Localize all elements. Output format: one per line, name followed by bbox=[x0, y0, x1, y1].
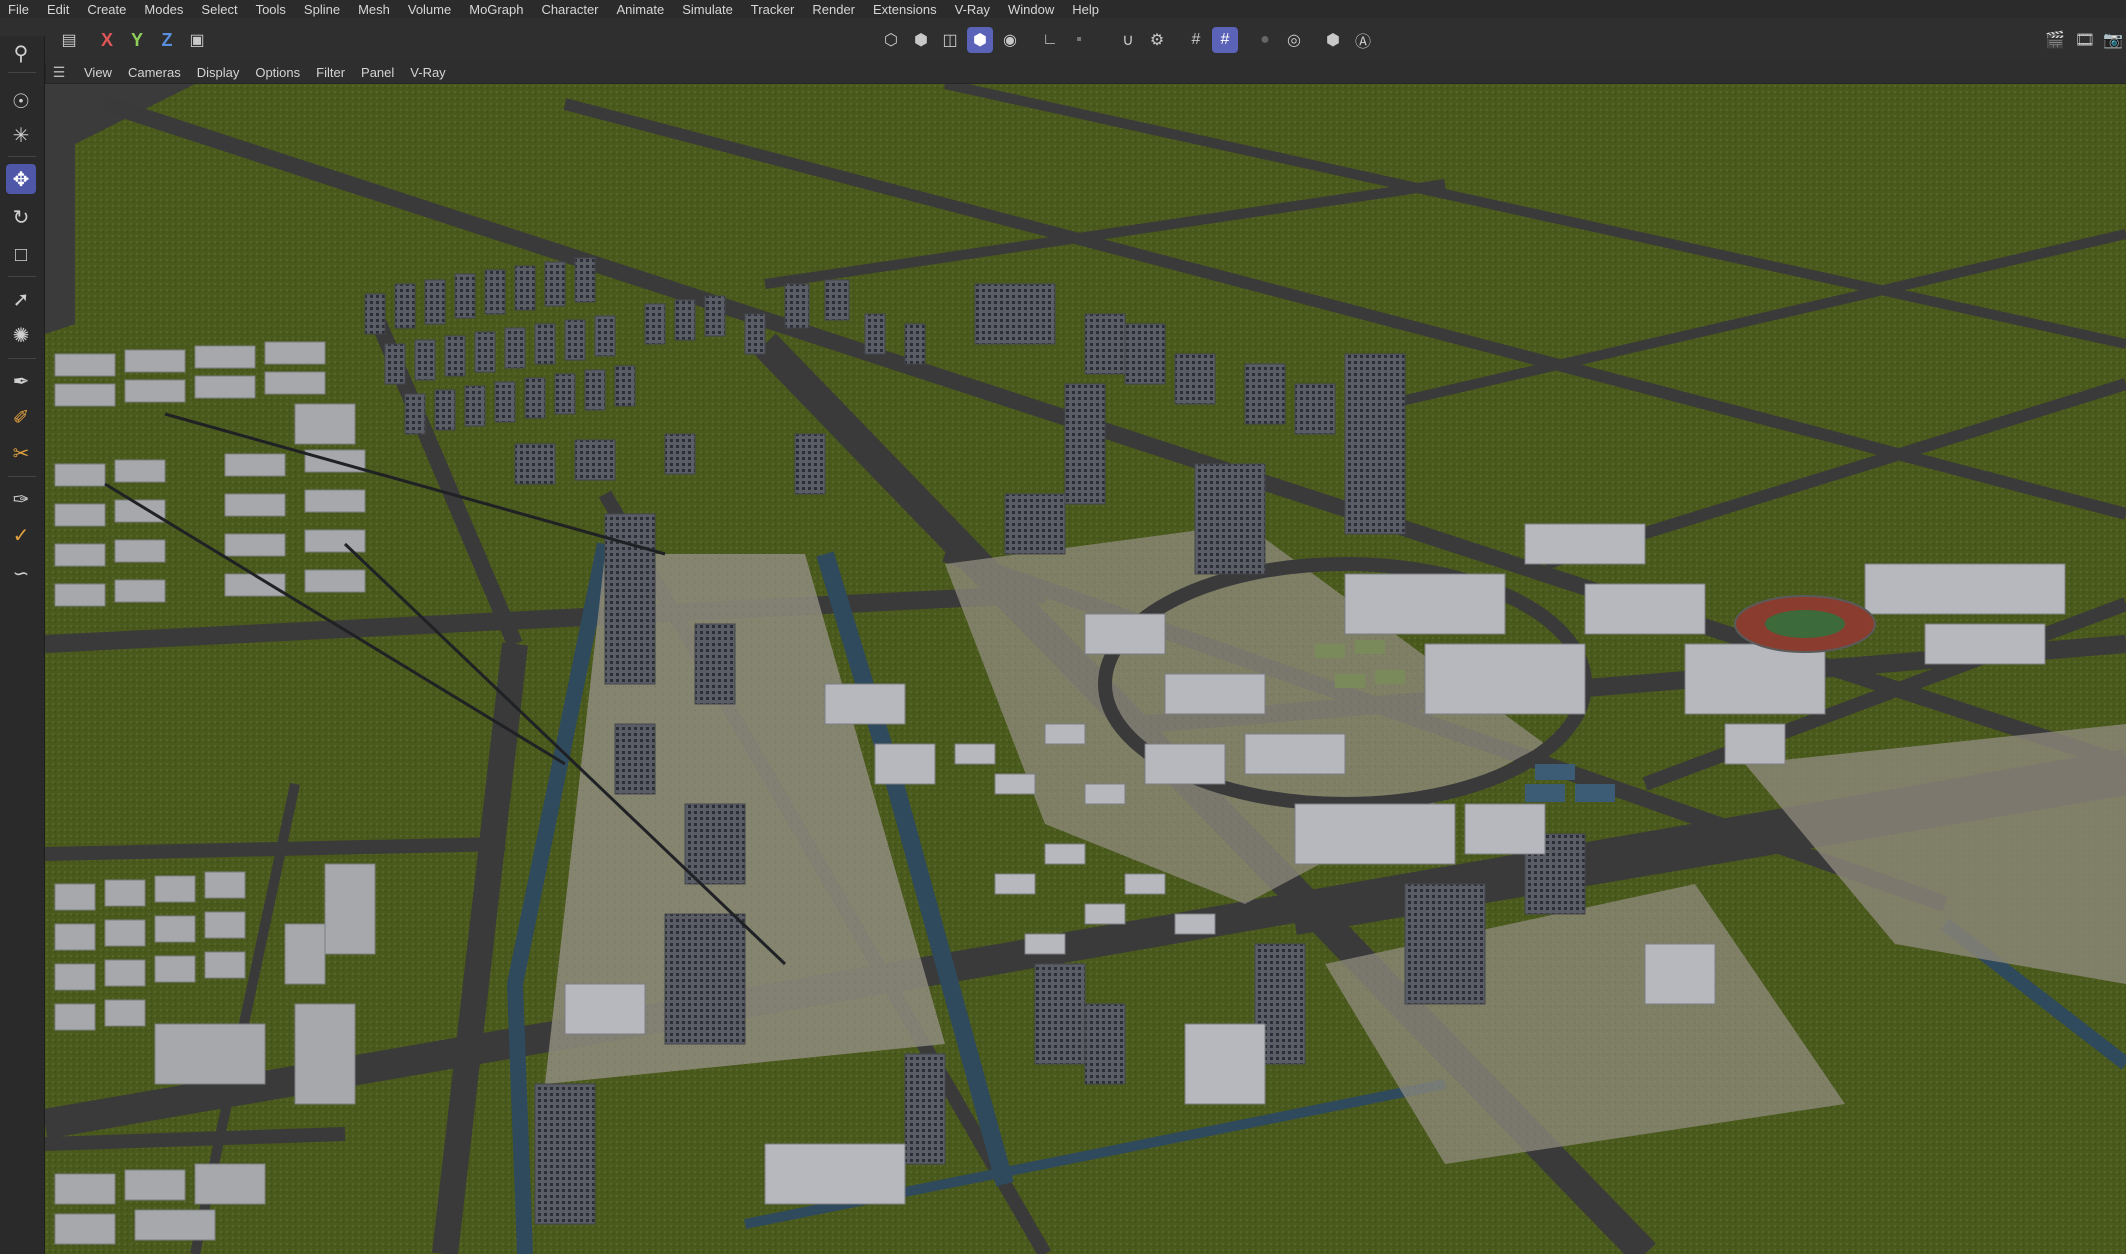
snap-settings-icon[interactable]: ⚙ bbox=[1144, 27, 1170, 53]
vp-menu-filter[interactable]: Filter bbox=[310, 65, 355, 80]
menu-file[interactable]: File bbox=[0, 2, 39, 17]
axis-z-toggle[interactable]: Z bbox=[154, 27, 180, 53]
brush-icon[interactable]: ✑ bbox=[6, 484, 36, 514]
move-axis-icon[interactable]: ➚ bbox=[6, 284, 36, 314]
axis-mode-icon[interactable]: ∟ bbox=[1037, 27, 1063, 53]
menu-vray[interactable]: V-Ray bbox=[947, 2, 1000, 17]
vp-menu-panel[interactable]: Panel bbox=[355, 65, 404, 80]
vp-menu-vray[interactable]: V-Ray bbox=[404, 65, 455, 80]
menu-mesh[interactable]: Mesh bbox=[350, 2, 400, 17]
render-picture-viewer-icon[interactable]: 🎞 bbox=[2072, 27, 2098, 53]
menu-select[interactable]: Select bbox=[193, 2, 247, 17]
vp-menu-view[interactable]: View bbox=[78, 65, 122, 80]
spline-pen-icon[interactable]: ✒ bbox=[6, 366, 36, 396]
menu-help[interactable]: Help bbox=[1064, 2, 1109, 17]
model-mode-icon[interactable]: ⬢ bbox=[967, 27, 993, 53]
workplane-grid-icon[interactable]: # bbox=[1212, 27, 1238, 53]
search-icon[interactable]: ⚲ bbox=[6, 38, 36, 68]
menu-create[interactable]: Create bbox=[79, 2, 136, 17]
menu-edit[interactable]: Edit bbox=[39, 2, 79, 17]
menu-modes[interactable]: Modes bbox=[136, 2, 193, 17]
rotate-icon[interactable]: ↻ bbox=[6, 202, 36, 232]
render-settings-icon[interactable]: 📷 bbox=[2100, 27, 2126, 53]
move-icon[interactable]: ✥ bbox=[6, 164, 36, 194]
grid-icon[interactable]: # bbox=[1183, 27, 1209, 53]
menu-volume[interactable]: Volume bbox=[400, 2, 461, 17]
paint-icon[interactable]: ✓ bbox=[6, 520, 36, 550]
placement-icon[interactable]: ✺ bbox=[6, 320, 36, 350]
menu-spline[interactable]: Spline bbox=[296, 2, 350, 17]
3d-viewport[interactable] bbox=[45, 84, 2126, 1254]
lock-icon[interactable]: ⬢ bbox=[1320, 27, 1346, 53]
coordinate-system-icon[interactable]: ▣ bbox=[184, 27, 210, 53]
main-menu-bar: File Edit Create Modes Select Tools Spli… bbox=[0, 0, 2126, 18]
spline-sketch-icon[interactable]: ✐ bbox=[6, 402, 36, 432]
render-view-icon[interactable]: 🎬 bbox=[2042, 27, 2068, 53]
smooth-icon[interactable]: ∽ bbox=[6, 558, 36, 588]
knife-icon[interactable]: ✂ bbox=[6, 438, 36, 468]
edges-mode-icon[interactable]: ⬢ bbox=[908, 27, 934, 53]
vp-menu-cameras[interactable]: Cameras bbox=[122, 65, 191, 80]
menu-render[interactable]: Render bbox=[804, 2, 865, 17]
menu-mograph[interactable]: MoGraph bbox=[461, 2, 533, 17]
auto-key-icon[interactable]: Ⓐ bbox=[1350, 27, 1376, 53]
left-tool-palette: ⚲ ☉ ✳ ✥ ↻ □ ➚ ✺ ✒ ✐ ✂ ✑ ✓ ∽ bbox=[0, 36, 45, 1254]
viewport-solo-icon[interactable]: ◎ bbox=[1281, 27, 1307, 53]
menu-window[interactable]: Window bbox=[1000, 2, 1064, 17]
axis-x-toggle[interactable]: X bbox=[94, 27, 120, 53]
city-scene bbox=[45, 84, 2126, 1254]
render-region-icon[interactable]: ● bbox=[1252, 27, 1278, 53]
points-mode-icon[interactable]: ⬡ bbox=[878, 27, 904, 53]
polygons-mode-icon[interactable]: ◫ bbox=[937, 27, 963, 53]
transform-icon[interactable]: ✳ bbox=[6, 120, 36, 150]
scale-icon[interactable]: □ bbox=[6, 240, 36, 270]
menu-tracker[interactable]: Tracker bbox=[743, 2, 805, 17]
main-toolbar: ▤ X Y Z ▣ ⬡ ⬢ ◫ ⬢ ◉ ∟ ▪ ∪ ⚙ # # ● ◎ ⬢ Ⓐ … bbox=[0, 18, 2126, 65]
viewport-hamburger-icon[interactable]: ☰ bbox=[50, 64, 68, 81]
workplane-icon[interactable]: ▪ bbox=[1066, 27, 1092, 53]
undo-view-icon[interactable]: ▤ bbox=[56, 27, 82, 53]
snap-magnet-icon[interactable]: ∪ bbox=[1115, 27, 1141, 53]
viewport-menu-bar: ☰ View Cameras Display Options Filter Pa… bbox=[46, 61, 2126, 83]
menu-character[interactable]: Character bbox=[533, 2, 608, 17]
menu-animate[interactable]: Animate bbox=[609, 2, 675, 17]
texture-mode-icon[interactable]: ◉ bbox=[997, 27, 1023, 53]
menu-tools[interactable]: Tools bbox=[248, 2, 296, 17]
menu-simulate[interactable]: Simulate bbox=[674, 2, 743, 17]
menu-extensions[interactable]: Extensions bbox=[865, 2, 947, 17]
vp-menu-options[interactable]: Options bbox=[249, 65, 310, 80]
vp-menu-display[interactable]: Display bbox=[191, 65, 250, 80]
axis-y-toggle[interactable]: Y bbox=[124, 27, 150, 53]
live-selection-icon[interactable]: ☉ bbox=[6, 86, 36, 116]
